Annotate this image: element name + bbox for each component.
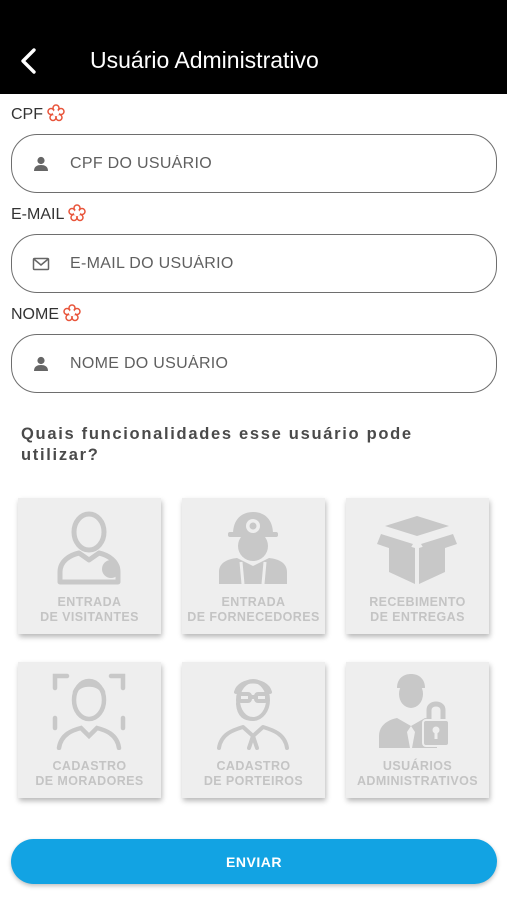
email-field[interactable]: [11, 234, 497, 293]
feature-label: ENTRADA DE FORNECEDORES: [187, 595, 320, 624]
feature-label: USUÁRIOS ADMINISTRATIVOS: [356, 759, 479, 788]
page-title: Usuário Administrativo: [90, 47, 319, 73]
nome-label: NOME: [11, 304, 81, 325]
email-input[interactable]: [70, 247, 470, 281]
feature-label: ENTRADA DE VISITANTES: [40, 595, 139, 624]
cpf-label-text: CPF: [11, 106, 43, 123]
feature-label: RECEBIMENTO DE ENTREGAS: [369, 595, 466, 624]
email-label-text: E-MAIL: [11, 206, 65, 223]
back-button[interactable]: [14, 44, 48, 78]
person-icon: [34, 356, 48, 371]
required-asterisk-icon: [68, 204, 87, 222]
feature-card-entregas[interactable]: RECEBIMENTO DE ENTREGAS: [346, 498, 489, 634]
nome-input[interactable]: [70, 347, 470, 381]
chevron-left-icon: [21, 48, 36, 74]
supplier-icon: [219, 512, 287, 585]
email-label: E-MAIL: [11, 204, 87, 225]
feature-card-administrativos[interactable]: USUÁRIOS ADMINISTRATIVOS: [346, 662, 489, 798]
feature-card-fornecedores[interactable]: ENTRADA DE FORNECEDORES: [182, 498, 325, 634]
face-scan-icon: [52, 673, 126, 750]
feature-card-moradores[interactable]: CADASTRO DE MORADORES: [18, 662, 161, 798]
feature-label: CADASTRO DE MORADORES: [35, 759, 144, 788]
visitor-icon: [57, 511, 121, 585]
required-asterisk-icon: [47, 104, 65, 122]
nome-label-text: NOME: [11, 306, 59, 323]
nome-field[interactable]: [11, 334, 497, 393]
cpf-label: CPF: [11, 104, 65, 125]
feature-card-visitantes[interactable]: ENTRADA DE VISITANTES: [18, 498, 161, 634]
features-question: Quais funcionalidades esse usuário pode …: [21, 425, 413, 464]
submit-button[interactable]: ENVIAR: [11, 839, 497, 884]
feature-card-porteiros[interactable]: CADASTRO DE PORTEIROS: [182, 662, 325, 798]
person-icon: [34, 156, 48, 171]
package-icon: [377, 516, 457, 584]
admin-lock-icon: [379, 674, 450, 748]
doorman-icon: [217, 679, 289, 750]
app-header: Usuário Administrativo: [0, 0, 507, 94]
required-asterisk-icon: [63, 304, 81, 322]
feature-label: CADASTRO DE PORTEIROS: [203, 759, 304, 788]
envelope-icon: [32, 257, 50, 271]
cpf-input[interactable]: [70, 147, 470, 181]
cpf-field[interactable]: [11, 134, 497, 193]
